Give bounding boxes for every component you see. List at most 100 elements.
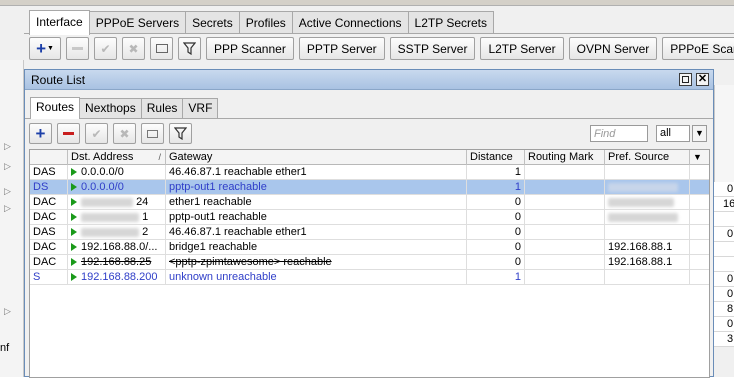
tab-profiles[interactable]: Profiles <box>238 11 293 34</box>
right-cell <box>714 242 734 257</box>
add-button[interactable]: + ▼ <box>29 37 61 60</box>
dst-cell: 1 <box>68 210 166 224</box>
close-button[interactable]: ✕ <box>696 73 709 86</box>
triangle-icon: ▷ <box>4 141 11 151</box>
filter-select[interactable]: all <box>656 125 690 142</box>
tab-active-connections[interactable]: Active Connections <box>291 11 409 34</box>
comment-button[interactable] <box>150 37 173 60</box>
find-input[interactable] <box>590 125 648 142</box>
sstp-server-button[interactable]: SSTP Server <box>389 37 476 60</box>
active-flag-icon <box>71 168 77 176</box>
routing-mark-cell <box>525 255 605 269</box>
right-cell: 0 <box>714 287 734 302</box>
empty-cell <box>690 255 709 269</box>
pref-source-cell <box>605 270 690 284</box>
ppp-scanner-button[interactable]: PPP Scanner <box>206 37 294 60</box>
disable-route-button[interactable]: ✖ <box>113 123 136 144</box>
table-row-selected[interactable]: DS 0.0.0.0/0 pptp-out1 reachable 1 <box>30 180 709 195</box>
tab-interface[interactable]: Interface <box>29 10 90 35</box>
dst-text: 1 <box>142 211 149 223</box>
active-flag-icon <box>71 258 77 266</box>
dst-cell: 0.0.0.0/0 <box>68 180 166 194</box>
ovpn-server-button[interactable]: OVPN Server <box>568 37 658 60</box>
flags-cell: DAC <box>30 255 68 269</box>
add-route-button[interactable]: + <box>29 123 52 144</box>
table-row[interactable]: S 192.168.88.200 unknown unreachable 1 <box>30 270 709 285</box>
tab-vrf[interactable]: VRF <box>182 98 219 118</box>
remove-route-button[interactable] <box>57 123 80 144</box>
chevron-down-icon: ▼ <box>693 152 702 162</box>
comment-icon <box>155 44 168 53</box>
route-tab-bar: Routes Nexthops Rules VRF <box>30 97 219 119</box>
flags-cell: S <box>30 270 68 284</box>
l2tp-server-button[interactable]: L2TP Server <box>480 37 564 60</box>
maximize-button[interactable] <box>679 73 692 86</box>
column-header-flags[interactable] <box>30 150 68 165</box>
column-header-gateway[interactable]: Gateway <box>166 150 467 165</box>
filter-route-button[interactable] <box>169 123 192 144</box>
distance-cell: 0 <box>467 240 525 254</box>
active-flag-icon <box>71 198 77 206</box>
tab-l2tp-secrets[interactable]: L2TP Secrets <box>407 11 494 34</box>
filter-button[interactable] <box>178 37 201 60</box>
table-row[interactable]: DAC 24 ether1 reachable 0 <box>30 195 709 210</box>
enable-route-button[interactable]: ✔ <box>85 123 108 144</box>
pref-source-cell <box>605 225 690 239</box>
column-header-pref-source[interactable]: Pref. Source <box>605 150 690 165</box>
minus-icon <box>63 132 74 135</box>
table-row[interactable]: DAC 192.168.88.0/... bridge1 reachable 0… <box>30 240 709 255</box>
empty-cell <box>690 165 709 179</box>
distance-cell: 0 <box>467 225 525 239</box>
right-column-strip <box>714 85 734 182</box>
table-row[interactable]: DAC 192.168.88.25 <pptp-zpimtawesome> re… <box>30 255 709 270</box>
empty-cell <box>690 270 709 284</box>
triangle-icon: ▷ <box>4 306 11 316</box>
table-row[interactable]: DAS 0.0.0.0/0 46.46.87.1 reachable ether… <box>30 165 709 180</box>
empty-cell <box>690 210 709 224</box>
comment-route-button[interactable] <box>141 123 164 144</box>
gateway-cell: <pptp-zpimtawesome> reachable <box>166 255 467 269</box>
check-icon: ✔ <box>91 126 102 141</box>
remove-button[interactable] <box>66 37 89 60</box>
redacted-value <box>608 182 678 192</box>
tab-routes[interactable]: Routes <box>30 97 81 119</box>
enable-button[interactable]: ✔ <box>94 37 117 60</box>
filter-dropdown-button[interactable]: ▼ <box>692 125 707 142</box>
tab-nexthops[interactable]: Nexthops <box>79 98 142 118</box>
routing-mark-cell <box>525 180 605 194</box>
right-cell <box>714 212 734 227</box>
column-header-distance[interactable]: Distance <box>467 150 525 165</box>
active-flag-icon <box>71 243 77 251</box>
dst-text: 192.168.88.25 <box>81 256 152 268</box>
redacted-value <box>608 212 678 222</box>
pptp-server-button[interactable]: PPTP Server <box>298 37 385 60</box>
empty-cell <box>690 195 709 209</box>
column-header-dst-address[interactable]: Dst. Address / <box>68 150 166 165</box>
gateway-cell: 46.46.87.1 reachable ether1 <box>166 165 467 179</box>
tab-secrets[interactable]: Secrets <box>185 11 240 34</box>
tab-pppoe-servers[interactable]: PPPoE Servers <box>88 11 187 34</box>
title-bar[interactable]: Route List ✕ <box>25 70 713 90</box>
column-chooser-button[interactable]: ▼ <box>690 150 709 165</box>
active-flag-icon <box>71 183 77 191</box>
column-header-routing-mark[interactable]: Routing Mark <box>525 150 605 165</box>
dst-cell: 24 <box>68 195 166 209</box>
disable-button[interactable]: ✖ <box>122 37 145 60</box>
tab-divider <box>24 33 734 34</box>
right-column-values: 0 16 0 0 0 8 0 3 <box>714 182 734 347</box>
triangle-icon: ▷ <box>4 203 11 213</box>
dst-text: 192.168.88.0/... <box>81 241 158 253</box>
distance-cell: 1 <box>467 180 525 194</box>
empty-cell <box>690 240 709 254</box>
table-row[interactable]: DAS 2 46.46.87.1 reachable ether1 0 <box>30 225 709 240</box>
table-row[interactable]: DAC 1 pptp-out1 reachable 0 <box>30 210 709 225</box>
pppoe-scan-button[interactable]: PPPoE Scan <box>662 37 734 60</box>
pref-source-cell <box>605 180 690 194</box>
routing-mark-cell <box>525 210 605 224</box>
cross-icon: ✖ <box>119 126 130 141</box>
dst-cell: 0.0.0.0/0 <box>68 165 166 179</box>
tab-rules[interactable]: Rules <box>140 98 184 118</box>
redacted-value <box>81 197 133 207</box>
plus-icon: + <box>35 124 46 143</box>
maximize-icon <box>682 76 689 83</box>
